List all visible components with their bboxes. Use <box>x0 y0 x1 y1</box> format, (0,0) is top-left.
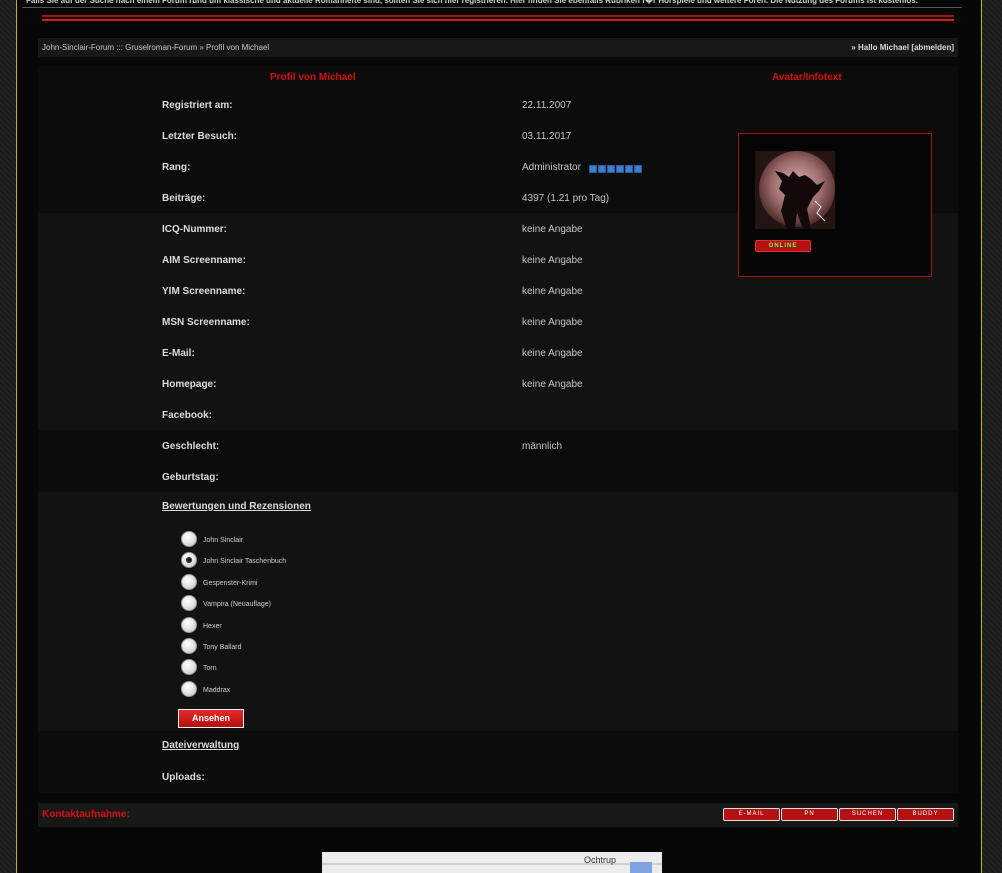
breadcrumb[interactable]: John-Sinclair-Forum ::: Gruselroman-Foru… <box>42 38 269 57</box>
rank-square <box>598 165 606 173</box>
radio-button[interactable] <box>181 680 197 697</box>
rating-option-label: Tony Ballard <box>203 644 242 651</box>
profile-row: Rang: Administrator <box>162 161 722 192</box>
profile-field-label: Geburtstag: <box>162 472 219 483</box>
profile-field-label: MSN Screenname: <box>162 317 250 328</box>
breadcrumb-bar: John-Sinclair-Forum ::: Gruselroman-Foru… <box>38 38 958 57</box>
uploads-row: Uploads: <box>162 771 722 802</box>
rank-square <box>625 165 633 173</box>
profile-row: YIM Screenname: keine Angabe <box>162 285 722 316</box>
profile-row: Facebook: <box>162 409 722 440</box>
profile-row: Beiträge: 4397 (1.21 pro Tag) <box>162 192 722 223</box>
profile-field-value: keine Angabe <box>522 348 583 359</box>
profile-field-label: Beiträge: <box>162 193 206 204</box>
rating-option-label: Maddrax <box>203 686 231 694</box>
rating-option[interactable]: Vampira (Neuauflage) <box>181 595 421 615</box>
profile-field-label: ICQ-Nummer: <box>162 224 228 235</box>
contact-bar: Kontaktaufnahme: E-MAIL PN SUCHEN BUDDY <box>38 803 958 827</box>
profile-row: Geschlecht: männlich <box>162 440 722 471</box>
profile-field-value: keine Angabe <box>522 317 583 328</box>
file-management-link[interactable]: Dateiverwaltung <box>162 740 239 751</box>
profile-row: E-Mail: keine Angabe <box>162 347 722 378</box>
rating-option[interactable]: Tony Ballard <box>181 638 421 658</box>
rating-option[interactable]: Gespenster-Krimi <box>181 573 421 594</box>
user-greeting-logout[interactable]: » Hallo Michael [abmelden] <box>851 38 954 57</box>
radio-button[interactable] <box>181 595 197 612</box>
private-message-button[interactable]: PN <box>781 808 838 821</box>
contact-title: Kontaktaufnahme: <box>42 809 130 820</box>
radio-button[interactable] <box>181 573 197 590</box>
profile-row: MSN Screenname: keine Angabe <box>162 316 722 347</box>
rank-square <box>634 165 642 173</box>
radio-button[interactable] <box>181 616 197 633</box>
email-button[interactable]: E-MAIL <box>723 808 780 821</box>
profile-title: Profil von Michael <box>270 72 356 83</box>
profile-field-value: keine Angabe <box>522 286 583 297</box>
avatar-title: Avatar/Infotext <box>772 72 842 83</box>
profile-field-value: männlich <box>522 441 563 452</box>
profile-field-label: Rang: <box>162 162 191 173</box>
map-control[interactable] <box>630 862 652 873</box>
avatar-box: ONLINE <box>738 133 932 277</box>
view-ratings-button[interactable]: Ansehen <box>178 709 244 728</box>
radio-button[interactable] <box>181 638 197 654</box>
profile-field-value: 4397 (1.21 pro Tag) <box>522 193 610 204</box>
profile-panel: Profil von Michael Avatar/Infotext Regis… <box>38 66 958 793</box>
profile-row: Geburtstag: <box>162 471 722 502</box>
profile-field-value: 03.11.2017 <box>522 131 572 142</box>
rating-option[interactable]: John Sinclair <box>181 531 421 551</box>
uploads-label: Uploads: <box>162 772 205 783</box>
profile-field-label: Letzter Besuch: <box>162 131 238 142</box>
rank-square <box>616 165 624 173</box>
rank-icon <box>589 164 643 178</box>
radio-button[interactable] <box>181 659 197 676</box>
profile-row: Registriert am: 22.11.2007 <box>162 99 722 130</box>
profile-field-label: AIM Screenname: <box>162 255 246 266</box>
ratings-heading-link[interactable]: Bewertungen und Rezensionen <box>162 501 311 512</box>
profile-field-value: keine Angabe <box>522 224 583 235</box>
profile-field-value: keine Angabe <box>522 255 583 266</box>
profile-row: AIM Screenname: keine Angabe <box>162 254 722 285</box>
rank-square <box>607 165 615 173</box>
profile-field-label: Homepage: <box>162 379 217 390</box>
profile-field-label: E-Mail: <box>162 348 195 359</box>
online-status-badge: ONLINE <box>755 240 811 252</box>
profile-field-value: keine Angabe <box>522 379 583 390</box>
profile-field-value: Administrator <box>522 162 581 173</box>
rating-option[interactable]: John Sinclair Taschenbuch <box>181 552 421 572</box>
header-divider <box>42 15 954 21</box>
rating-option-label: John Sinclair <box>203 537 244 544</box>
map-place-label: Ochtrup <box>584 855 617 865</box>
profile-field-label: YIM Screenname: <box>162 286 246 297</box>
profile-row: ICQ-Nummer: keine Angabe <box>162 223 722 254</box>
rating-option[interactable]: Hexer <box>181 616 421 637</box>
rating-option-label: Hexer <box>203 622 222 630</box>
profile-field-value: 22.11.2007 <box>522 100 572 111</box>
profile-row: Letzter Besuch: 03.11.2017 <box>162 130 722 161</box>
profile-field-label: Facebook: <box>162 410 213 421</box>
profile-field-label: Registriert am: <box>162 100 233 111</box>
rating-option[interactable]: Maddrax <box>181 680 421 701</box>
map-embed[interactable]: Ochtrup <box>322 852 662 873</box>
header-notice: Falls Sie auf der Suche nach einem Forum… <box>22 0 962 8</box>
radio-button[interactable] <box>181 531 197 547</box>
rating-option[interactable]: Torn <box>181 659 421 679</box>
rating-option-label: Torn <box>203 665 217 673</box>
search-posts-button[interactable]: SUCHEN <box>839 808 896 821</box>
rating-option-label: Gespenster-Krimi <box>203 579 258 587</box>
add-buddy-button[interactable]: BUDDY <box>897 808 954 821</box>
rank-square <box>589 165 597 173</box>
rating-option-label: John Sinclair Taschenbuch <box>203 558 287 566</box>
avatar-werewolf-image <box>755 151 835 229</box>
profile-field-label: Geschlecht: <box>162 441 220 452</box>
rating-option-label: Vampira (Neuauflage) <box>203 601 271 609</box>
radio-button[interactable] <box>181 552 197 569</box>
profile-row: Homepage: keine Angabe <box>162 378 722 409</box>
